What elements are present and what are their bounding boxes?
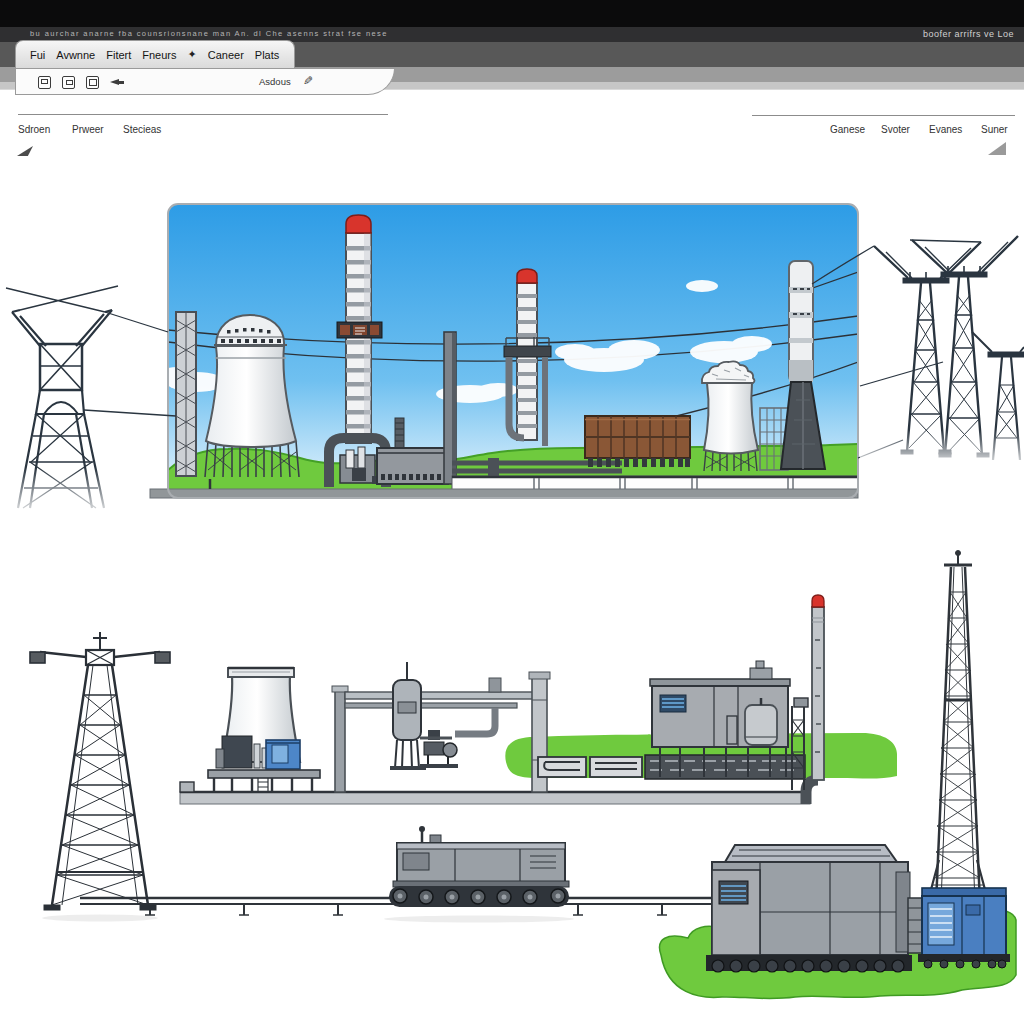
tower-shell (206, 346, 296, 447)
flue-elbow (806, 780, 818, 804)
chimney-red-cap (346, 215, 371, 233)
bottom-diagram (30, 632, 1016, 999)
lattice-column (176, 312, 196, 476)
main-illustration (158, 204, 858, 498)
flue-red-cap (812, 595, 824, 607)
blue-cabin (266, 740, 300, 769)
chimney-sign (337, 322, 382, 338)
crawler-vehicle (384, 826, 574, 923)
baseline-bar (180, 792, 810, 804)
pump-skid (420, 730, 458, 768)
flue-stack (812, 595, 824, 780)
generator-building (706, 845, 912, 972)
illustration-canvas (0, 0, 1024, 1024)
tower-platform (208, 770, 320, 778)
tower-b (912, 236, 1018, 457)
chimney-platform (504, 346, 551, 357)
cooling-tower-diagram (208, 668, 320, 792)
center-chimney-red-cap (517, 269, 537, 283)
module-tank (745, 698, 777, 745)
generator-unit-blue (918, 888, 1010, 968)
derrick-tower (920, 551, 996, 911)
bottom-pylon (30, 632, 170, 922)
pipe-trays (538, 755, 805, 779)
road-bar (150, 489, 858, 498)
vessel (390, 662, 426, 770)
tower-base-block (222, 736, 252, 768)
